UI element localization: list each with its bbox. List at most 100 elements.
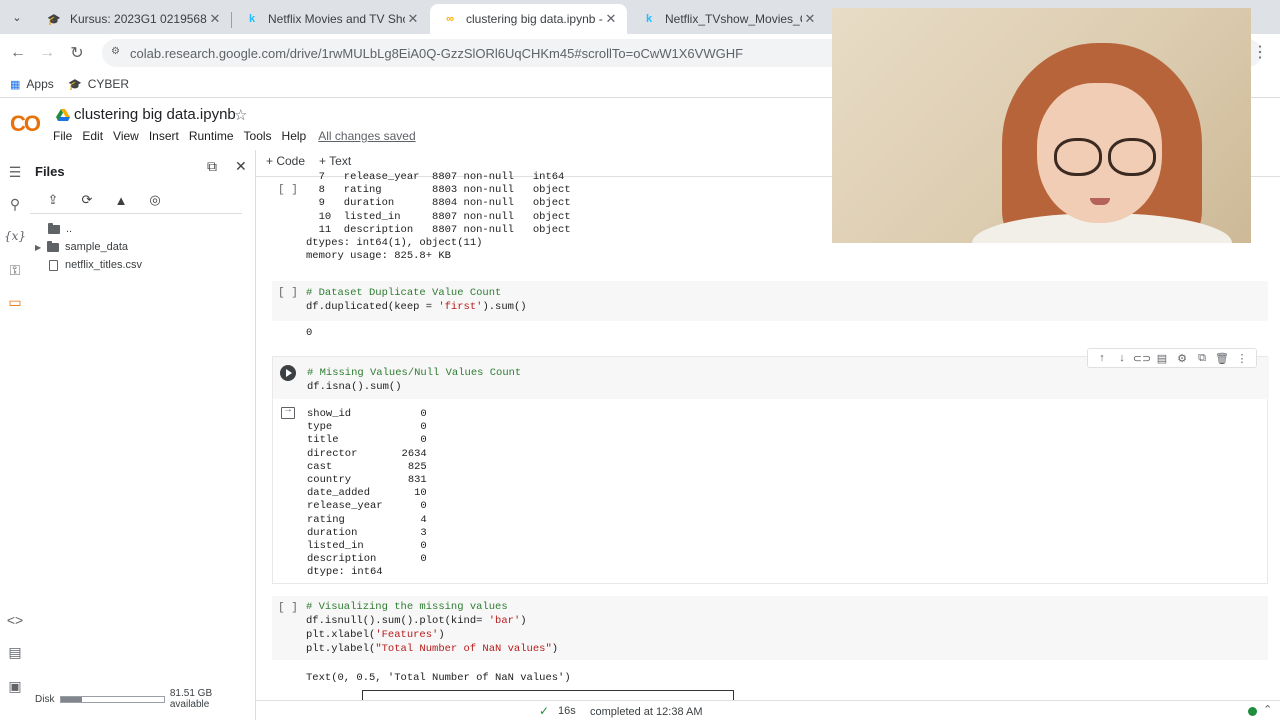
cell-toolbar: ↑ ↓ ⊂⊃ ▤ ⚙ ⧉ 🗑 ⋮ bbox=[1087, 348, 1257, 368]
output-line: 8 rating 8803 non-null object bbox=[306, 184, 571, 197]
expand-caret-icon[interactable]: ▶ bbox=[35, 243, 47, 252]
tree-item-parent[interactable]: .. bbox=[48, 221, 72, 237]
tab-search-chevron-icon[interactable]: ⌄ bbox=[6, 6, 28, 28]
chevron-up-icon[interactable]: ⌃ bbox=[1263, 703, 1272, 716]
browser-menu-icon[interactable]: ⋮ bbox=[1252, 42, 1268, 62]
code-text: ).sum() bbox=[482, 301, 527, 313]
column-name: description bbox=[307, 553, 402, 566]
add-code-button[interactable]: + Code bbox=[266, 154, 305, 168]
refresh-folder-icon[interactable]: ⟳ bbox=[78, 191, 96, 209]
star-icon[interactable]: ☆ bbox=[234, 106, 247, 124]
bookmark-cyber[interactable]: 🎓 CYBER bbox=[68, 77, 129, 91]
notebook-title[interactable]: clustering big data.ipynb bbox=[56, 106, 236, 123]
cell-source[interactable]: # Visualizing the missing values df.isnul… bbox=[306, 600, 558, 656]
search-icon[interactable]: ⚲ bbox=[5, 194, 25, 214]
code-text: ) bbox=[520, 615, 527, 627]
close-panel-icon[interactable]: ✕ bbox=[235, 158, 247, 175]
reload-icon[interactable]: ↻ bbox=[66, 42, 88, 64]
bookmark-apps[interactable]: ▦ Apps bbox=[10, 77, 54, 91]
link-icon[interactable]: ⊂⊃ bbox=[1132, 349, 1152, 367]
bookmark-label: CYBER bbox=[87, 77, 130, 91]
tree-item-sample-data[interactable]: ▶ sample_data bbox=[35, 239, 128, 255]
code-cell-duplicates[interactable]: [ ] # Dataset Duplicate Value Count df.du… bbox=[272, 281, 1268, 321]
menu-edit[interactable]: Edit bbox=[82, 129, 103, 143]
tab-netflix-cluster[interactable]: k Netflix_TVshow_Movies_Cluster ✕ bbox=[629, 4, 826, 34]
hide-files-icon[interactable]: ◎ bbox=[146, 191, 164, 209]
status-bar: ✓ 16s completed at 12:38 AM ⌃ bbox=[256, 700, 1280, 720]
cell-source[interactable]: # Dataset Duplicate Value Count df.duplic… bbox=[306, 286, 527, 314]
move-up-icon[interactable]: ↑ bbox=[1092, 349, 1112, 367]
null-count-value: 10 bbox=[401, 487, 427, 500]
run-cell-button[interactable] bbox=[280, 365, 296, 381]
close-tab-icon[interactable]: ✕ bbox=[802, 11, 818, 27]
kaggle-icon: k bbox=[248, 13, 256, 25]
null-count-row: type 0 bbox=[307, 421, 427, 434]
menu-file[interactable]: File bbox=[53, 129, 72, 143]
column-name: duration bbox=[307, 526, 402, 539]
terminal-icon[interactable]: ▣ bbox=[5, 676, 25, 696]
code-snippets-icon[interactable]: <> bbox=[5, 610, 25, 630]
delete-icon[interactable]: 🗑 bbox=[1212, 349, 1232, 367]
save-status[interactable]: All changes saved bbox=[318, 129, 415, 143]
variables-icon[interactable]: {x} bbox=[4, 226, 26, 246]
back-arrow-icon[interactable]: ← bbox=[7, 42, 29, 64]
cell-run-bracket[interactable]: [ ] bbox=[278, 184, 298, 196]
close-tab-icon[interactable]: ✕ bbox=[207, 11, 223, 27]
tab-label: clustering big data.ipynb - Cola bbox=[466, 12, 603, 26]
null-count-row: listed_in 0 bbox=[307, 540, 427, 553]
null-count-value: 831 bbox=[401, 474, 427, 487]
move-down-icon[interactable]: ↓ bbox=[1112, 349, 1132, 367]
menu-runtime[interactable]: Runtime bbox=[189, 129, 234, 143]
add-cell-bar: + Code + Text bbox=[266, 154, 365, 168]
execution-status[interactable]: completed at 12:38 AM bbox=[590, 706, 703, 718]
file-icon bbox=[49, 259, 58, 271]
menu-insert[interactable]: Insert bbox=[149, 129, 179, 143]
colab-logo[interactable]: CO bbox=[10, 111, 41, 137]
tab-kursus[interactable]: 🎓 Kursus: 2023G1 02195687 ANA ✕ bbox=[34, 4, 231, 34]
menu-view[interactable]: View bbox=[113, 129, 139, 143]
column-name: director bbox=[307, 447, 402, 460]
mount-drive-icon[interactable]: ▲ bbox=[112, 191, 130, 209]
open-in-tab-icon[interactable]: ⧉ bbox=[207, 158, 217, 175]
code-cell-missing-values[interactable]: # Missing Values/Null Values Count df.isn… bbox=[272, 348, 1269, 584]
code-cell-visualize[interactable]: [ ] # Visualizing the missing values df.i… bbox=[272, 596, 1268, 660]
close-tab-icon[interactable]: ✕ bbox=[405, 11, 421, 27]
code-string: 'first' bbox=[438, 301, 483, 313]
apps-grid-icon: ▦ bbox=[10, 78, 21, 91]
forward-arrow-icon[interactable]: → bbox=[36, 42, 58, 64]
menu-help[interactable]: Help bbox=[282, 129, 307, 143]
close-tab-icon[interactable]: ✕ bbox=[603, 11, 619, 27]
code-string: 'Features' bbox=[375, 629, 439, 641]
settings-gear-icon[interactable]: ⚙ bbox=[1172, 349, 1192, 367]
null-count-row: show_id 0 bbox=[307, 408, 427, 421]
upload-icon[interactable]: ⇪ bbox=[44, 191, 62, 209]
mirror-cell-icon[interactable]: ⧉ bbox=[1192, 349, 1212, 367]
folder-icon bbox=[47, 240, 59, 252]
output-actions-icon[interactable] bbox=[281, 404, 295, 419]
comment-icon[interactable]: ▤ bbox=[1152, 349, 1172, 367]
tab-label: Netflix_TVshow_Movies_Cluster bbox=[665, 12, 802, 26]
secrets-key-icon[interactable]: ⚿ bbox=[5, 260, 25, 280]
moodle-icon: 🎓 bbox=[47, 13, 61, 26]
files-panel: Files ⧉ ✕ ⇪ ⟳ ▲ ◎ .. ▶ sample_data netfl… bbox=[30, 150, 256, 720]
tree-item-label: .. bbox=[66, 223, 73, 235]
output-line: memory usage: 825.8+ KB bbox=[306, 250, 451, 263]
tree-item-netflix-csv[interactable]: netflix_titles.csv bbox=[49, 257, 142, 273]
table-of-contents-icon[interactable]: ☰ bbox=[5, 162, 25, 182]
cell-run-bracket[interactable]: [ ] bbox=[278, 602, 298, 614]
command-palette-icon[interactable]: ▤ bbox=[5, 642, 25, 662]
null-count-value: 825 bbox=[401, 460, 427, 473]
plot-frame bbox=[362, 690, 734, 700]
null-count-row: rating 4 bbox=[307, 514, 427, 527]
add-text-button[interactable]: + Text bbox=[319, 154, 351, 168]
runtime-status-dot[interactable] bbox=[1248, 707, 1257, 716]
cell-source[interactable]: # Missing Values/Null Values Count df.isn… bbox=[307, 366, 521, 394]
tab-colab-notebook[interactable]: ∞ clustering big data.ipynb - Cola ✕ bbox=[430, 4, 627, 34]
null-count-row: release_year 0 bbox=[307, 500, 427, 513]
tab-netflix-movies[interactable]: k Netflix Movies and TV Shows ✕ bbox=[232, 4, 429, 34]
site-info-icon[interactable]: ⚙ bbox=[111, 46, 123, 59]
menu-tools[interactable]: Tools bbox=[244, 129, 272, 143]
more-options-icon[interactable]: ⋮ bbox=[1232, 349, 1252, 367]
cell-run-bracket[interactable]: [ ] bbox=[278, 287, 298, 299]
files-folder-icon[interactable]: ▭ bbox=[5, 292, 25, 312]
